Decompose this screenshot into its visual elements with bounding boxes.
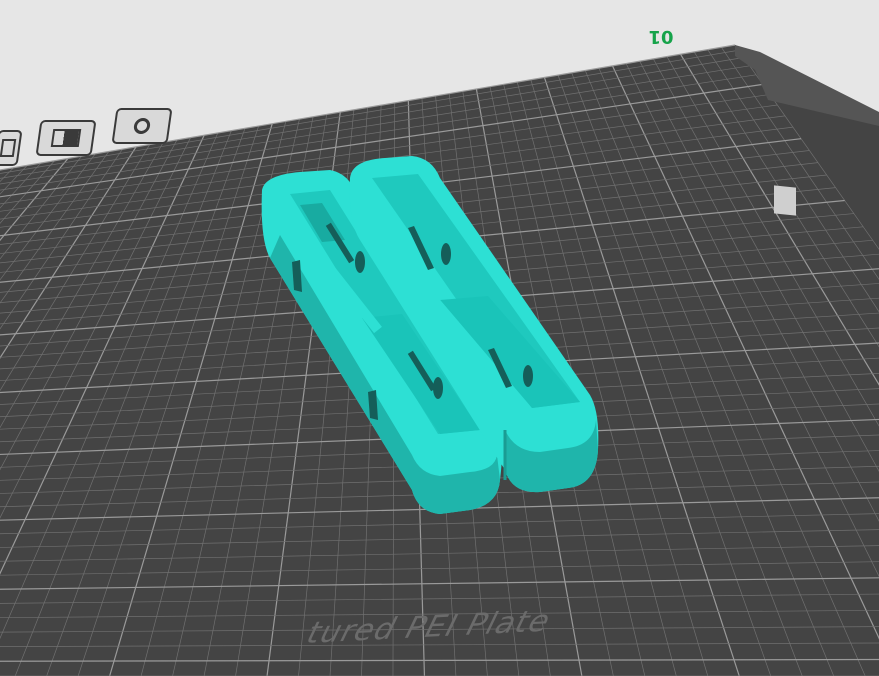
- settings-icon: [132, 118, 152, 134]
- build-plate-viewport[interactable]: [0, 0, 879, 676]
- plate-number: 01: [648, 26, 674, 47]
- plate-settings-button[interactable]: [111, 108, 173, 144]
- arrange-icon: [50, 129, 82, 147]
- plate-list-icon: [0, 139, 17, 157]
- plate-corner-marker: [774, 185, 796, 216]
- arrange-button[interactable]: [35, 120, 97, 156]
